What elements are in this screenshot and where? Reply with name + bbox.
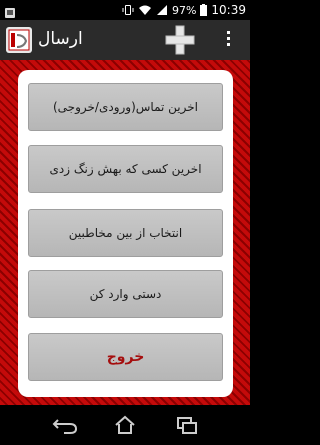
add-button[interactable] — [164, 25, 196, 55]
wifi-icon — [138, 4, 152, 16]
recent-apps-icon[interactable] — [172, 413, 202, 437]
status-bar: 97% 10:39 — [0, 0, 250, 20]
exit-button[interactable]: خروج — [28, 333, 223, 381]
menu-panel: اخرین تماس(ورودی/خروجی) اخرین کسی که بهش… — [18, 70, 233, 397]
last-dialed-button[interactable]: اخرین کسی که بهش زنگ زدی — [28, 145, 223, 193]
back-icon[interactable] — [50, 413, 80, 437]
notification-icon — [4, 4, 16, 18]
clock: 10:39 — [211, 3, 246, 17]
main-content: اخرین تماس(ورودی/خروجی) اخرین کسی که بهش… — [0, 60, 250, 405]
last-call-button[interactable]: اخرین تماس(ورودی/خروجی) — [28, 83, 223, 131]
action-bar: ارسال — [0, 20, 250, 60]
app-title: ارسال — [38, 29, 83, 49]
battery-percent: 97% — [171, 3, 197, 17]
signal-icon — [156, 4, 168, 16]
navigation-bar — [0, 405, 250, 445]
vibrate-icon — [122, 4, 134, 16]
add-icon — [165, 25, 195, 55]
app-logo-icon[interactable] — [6, 27, 32, 53]
overflow-menu-icon[interactable] — [222, 28, 234, 52]
status-icons: 97% 10:39 — [122, 2, 246, 18]
battery-icon — [200, 4, 208, 16]
home-icon[interactable] — [110, 413, 140, 437]
choose-contact-button[interactable]: انتخاب از بین مخاطبین — [28, 209, 223, 257]
manual-entry-button[interactable]: دستی وارد کن — [28, 270, 223, 318]
